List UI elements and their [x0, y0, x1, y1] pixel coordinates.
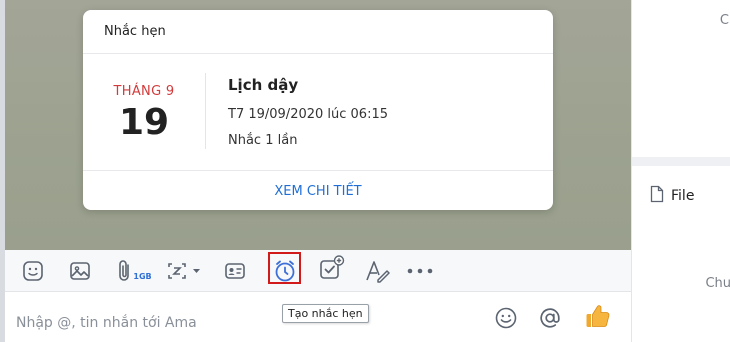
right-panel: C File Chu — [631, 0, 730, 342]
right-panel-top-text: C — [719, 13, 729, 28]
image-icon[interactable] — [68, 258, 92, 284]
reminder-body: THÁNG 9 19 Lịch dậy T7 19/09/2020 lúc 06… — [83, 54, 553, 171]
screenshot-icon[interactable] — [165, 258, 203, 284]
sticker-icon[interactable] — [21, 258, 45, 284]
divider — [205, 73, 206, 149]
emoji-icon[interactable] — [494, 306, 518, 330]
mention-icon[interactable] — [538, 306, 562, 330]
text-format-icon[interactable] — [364, 258, 392, 284]
right-panel-bottom-text: Chu — [705, 276, 730, 291]
tooltip: Tạo nhắc hẹn — [282, 304, 369, 323]
reminder-card: Nhắc hẹn THÁNG 9 19 Lịch dậy T7 19/09/20… — [83, 10, 553, 210]
message-input-placeholder: Nhập @, tin nhắn tới Ama — [16, 315, 197, 331]
reminder-button-highlight — [268, 252, 301, 284]
contact-card-icon[interactable] — [223, 258, 247, 284]
reminder-day: 19 — [118, 102, 170, 143]
reminder-month: THÁNG 9 — [113, 84, 175, 99]
section-divider — [632, 157, 730, 166]
composer-toolbar: 1GB — [5, 250, 631, 292]
attachment-icon[interactable]: 1GB — [115, 258, 155, 284]
file-label: File — [671, 188, 695, 204]
todo-icon[interactable] — [318, 255, 346, 281]
reminder-header: Nhắc hẹn — [83, 10, 553, 54]
reminder-title: Lịch dậy — [228, 76, 299, 94]
view-details-link[interactable]: XEM CHI TIẾT — [83, 171, 553, 210]
file-section[interactable]: File — [650, 185, 694, 207]
file-icon — [650, 185, 664, 207]
thumbs-up-icon[interactable] — [583, 302, 611, 330]
more-icon[interactable] — [405, 258, 435, 284]
attachment-size-badge: 1GB — [133, 271, 152, 281]
reminder-datetime: T7 19/09/2020 lúc 06:15 — [228, 107, 388, 122]
reminder-repeat: Nhắc 1 lần — [228, 133, 298, 148]
